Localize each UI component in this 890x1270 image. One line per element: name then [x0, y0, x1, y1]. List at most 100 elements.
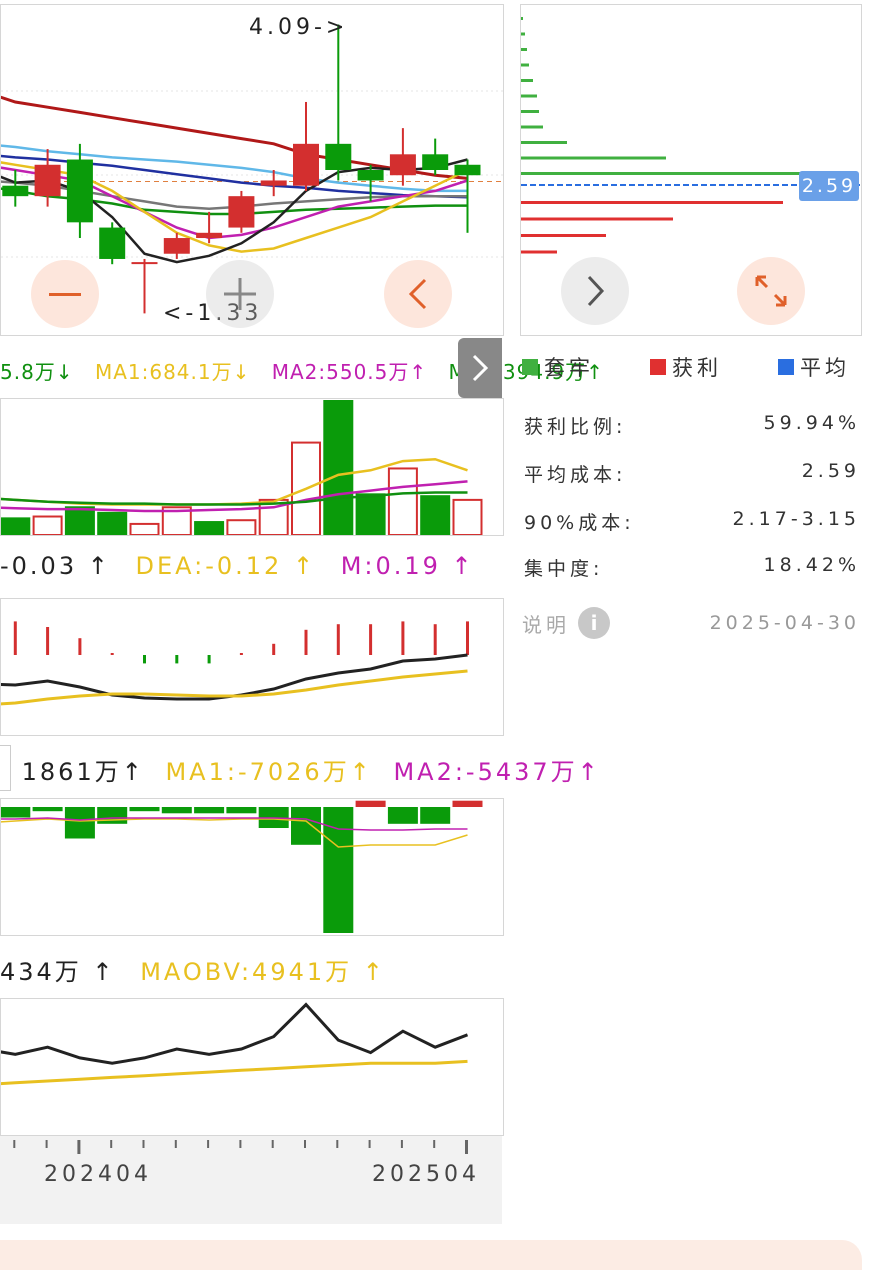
- obv-chart: [1, 1002, 469, 1086]
- volume-bar: [355, 493, 386, 535]
- candle-body: [293, 143, 319, 186]
- macd-line-1: [1, 669, 468, 706]
- fund-dropdown-arrow[interactable]: [0, 745, 11, 791]
- volume-panel[interactable]: [0, 398, 504, 536]
- candle-body: [196, 232, 223, 239]
- candle-body: [131, 262, 158, 265]
- macd-bar: [304, 629, 308, 655]
- macd-dif-partial: -0.03 ↑: [0, 552, 111, 580]
- fund-value-partial: 1861万↑: [21, 758, 145, 786]
- info-icon[interactable]: i: [578, 607, 610, 639]
- fund-bar: [194, 807, 225, 814]
- chevron-right-icon: [472, 354, 489, 382]
- ma-legend-partial: 5.8万↓: [0, 360, 74, 384]
- candle-body: [99, 227, 126, 259]
- macd-bar: [175, 655, 179, 664]
- macd-bar: [13, 621, 17, 655]
- macd-bar: [401, 621, 405, 655]
- fund-ma1-label: MA1:-7026万↑: [165, 758, 373, 786]
- chip-next-button[interactable]: [561, 257, 629, 325]
- fund-bar: [420, 807, 451, 824]
- legend-average: 平均: [778, 352, 850, 382]
- chip-distribution-panel[interactable]: 2.59: [520, 4, 862, 336]
- volume-chart: [1, 400, 483, 535]
- volume-bar: [64, 506, 95, 535]
- macd-bar: [78, 638, 82, 655]
- stat-average-cost: 平均成本: 2.59: [524, 460, 860, 487]
- volume-bar: [452, 498, 483, 535]
- fund-legend: 1861万↑ MA1:-7026万↑ MA2:-5437万↑: [0, 745, 601, 791]
- ma2-label: MA2:550.5万↑: [271, 360, 428, 384]
- stat-concentration: 集中度: 18.42%: [524, 554, 860, 581]
- stat-label: 平均成本:: [524, 464, 627, 486]
- x-label-202404: 202404: [44, 1162, 152, 1187]
- fund-bar: [226, 807, 257, 814]
- candle-body: [357, 170, 384, 181]
- legend-trapped: 套牢: [522, 352, 594, 382]
- note-row: 说明 i 2025-04-30: [522, 606, 860, 640]
- candle-body: [163, 238, 190, 254]
- macd-m-label: M:0.19 ↑: [340, 552, 475, 580]
- obv-line-1: [1, 1059, 468, 1086]
- chip-bar-profit: [521, 201, 783, 204]
- fund-bar: [97, 807, 128, 824]
- candle-body: [66, 159, 93, 223]
- expand-indicators-button[interactable]: [458, 338, 502, 398]
- stat-label: 集中度:: [524, 558, 604, 580]
- note-link[interactable]: 说明 i: [522, 607, 610, 639]
- chip-bar-trapped: [521, 125, 543, 129]
- note-date: 2025-04-30: [709, 612, 860, 634]
- candle-body: [34, 164, 61, 197]
- legend-profit-label: 获利: [672, 356, 722, 380]
- chevron-left-icon: [408, 278, 427, 310]
- macd-chart: [1, 621, 469, 706]
- high-price-marker: 4.09->: [249, 15, 349, 40]
- candle-body: [389, 154, 416, 176]
- fund-bar: [161, 807, 192, 814]
- obv-panel[interactable]: [0, 998, 504, 1136]
- x-axis: 202404 202504: [0, 1136, 502, 1224]
- macd-bar: [336, 624, 340, 655]
- chip-bar-trapped: [521, 156, 666, 160]
- stat-value: 2.59: [801, 460, 860, 482]
- macd-bar: [466, 621, 469, 655]
- stat-label: 获利比例:: [524, 416, 627, 438]
- chip-bar-trapped: [521, 63, 529, 67]
- bottom-action-bar[interactable]: [0, 1240, 862, 1270]
- chevron-right-icon: [587, 275, 605, 307]
- stat-value: 2.17-3.15: [732, 508, 860, 530]
- chip-bar-trapped: [521, 32, 525, 36]
- cost-price-tag: 2.59: [799, 171, 859, 201]
- macd-bar: [239, 653, 243, 655]
- zoom-out-button[interactable]: [31, 260, 99, 328]
- fund-bar: [387, 807, 418, 824]
- legend-average-label: 平均: [800, 356, 850, 380]
- stat-profit-ratio: 获利比例: 59.94%: [524, 412, 860, 439]
- chip-bar-trapped: [521, 17, 523, 20]
- candle-body: [2, 185, 29, 197]
- fund-bar: [32, 807, 63, 812]
- minus-icon: [49, 292, 81, 296]
- crosshair-button[interactable]: [206, 260, 274, 328]
- volume-bar: [129, 522, 160, 535]
- macd-panel[interactable]: [0, 598, 504, 736]
- note-label: 说明: [522, 612, 570, 637]
- fund-flow-panel[interactable]: [0, 798, 504, 936]
- volume-bar: [323, 400, 354, 535]
- average-swatch: [778, 359, 794, 375]
- chip-fullscreen-button[interactable]: [737, 257, 805, 325]
- obv-legend: 434万 ↑ MAOBV:4941万 ↑: [0, 952, 386, 987]
- volume-bar: [420, 495, 451, 535]
- volume-bar: [1, 517, 31, 535]
- scroll-left-button[interactable]: [384, 260, 452, 328]
- chip-bar-trapped: [521, 141, 567, 144]
- candle-body: [228, 196, 255, 228]
- volume-bar: [226, 519, 257, 535]
- chip-bar-profit: [521, 234, 606, 237]
- candle-body: [454, 164, 481, 176]
- fund-bar: [64, 807, 95, 839]
- crosshair-icon: [224, 278, 256, 310]
- macd-bar: [272, 643, 276, 655]
- kline-panel[interactable]: 4.09-> <-1.33: [0, 4, 504, 336]
- chip-bar-profit: [521, 250, 557, 254]
